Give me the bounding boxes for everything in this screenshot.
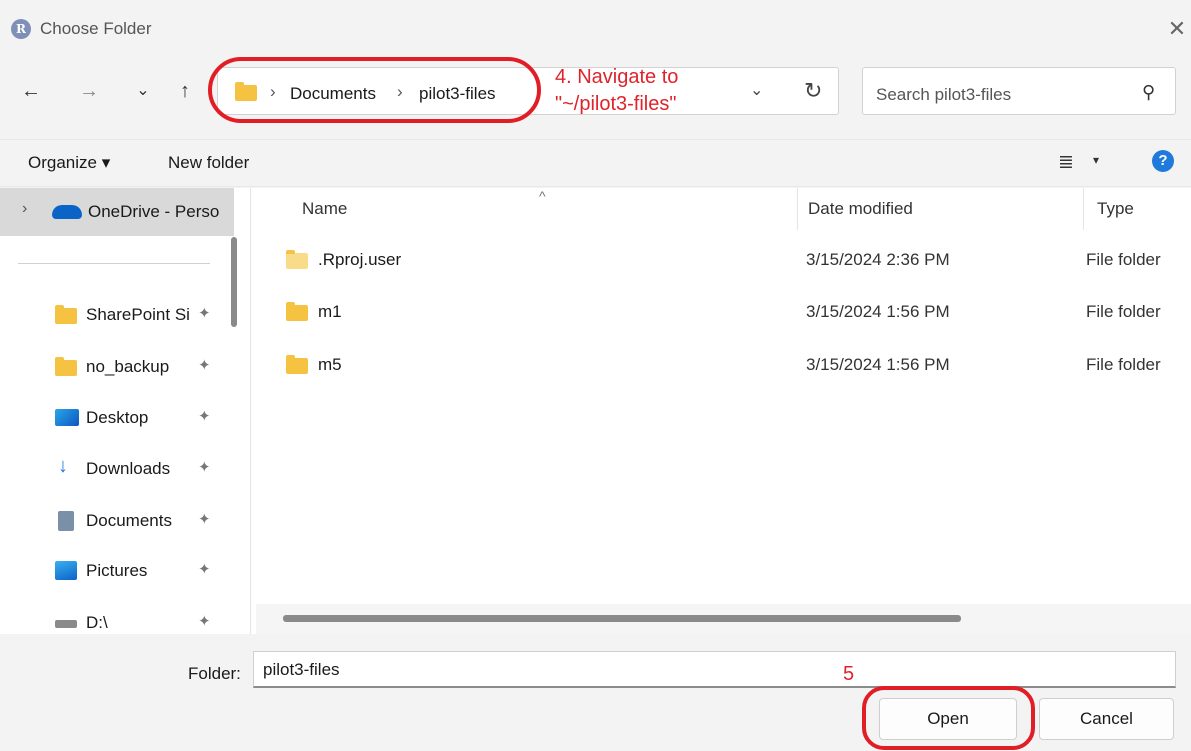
sidebar-item-label: Pictures bbox=[86, 561, 148, 580]
file-type: File folder bbox=[1086, 355, 1161, 374]
annotation-step-4-line1: 4. Navigate to bbox=[555, 66, 679, 88]
download-icon: ↓ bbox=[58, 455, 68, 477]
sidebar-item-label: Desktop bbox=[86, 408, 149, 427]
annotation-step-4-line2: "~/pilot3-files" bbox=[555, 93, 677, 115]
cloud-icon bbox=[52, 205, 82, 219]
forward-button[interactable]: → bbox=[74, 76, 104, 106]
sidebar-item-label: Downloads bbox=[86, 459, 171, 478]
annotation-step-4: 4. Navigate to "~/pilot3-files" bbox=[555, 64, 678, 118]
drive-icon bbox=[55, 620, 77, 628]
pin-icon: ✦ bbox=[198, 305, 211, 322]
sidebar-item-label: D:\ bbox=[86, 613, 108, 632]
back-button[interactable]: ← bbox=[16, 76, 46, 106]
sidebar-item-sharepoint[interactable]: SharePoint Si ✦ bbox=[0, 295, 230, 335]
sidebar-item-no-backup[interactable]: no_backup ✦ bbox=[0, 347, 230, 387]
pin-icon: ✦ bbox=[198, 511, 211, 528]
file-name: m1 bbox=[318, 302, 342, 321]
window-title: Choose Folder bbox=[40, 19, 152, 38]
new-folder-button[interactable]: New folder bbox=[168, 153, 249, 173]
close-icon[interactable]: ✕ bbox=[1163, 14, 1191, 44]
sidebar-item-label: OneDrive - Perso bbox=[88, 202, 220, 221]
up-button[interactable]: ↑ bbox=[170, 76, 200, 106]
cancel-button[interactable]: Cancel bbox=[1039, 698, 1174, 740]
folder-icon bbox=[55, 305, 77, 324]
file-type: File folder bbox=[1086, 250, 1161, 269]
sidebar-item-label: SharePoint Si bbox=[86, 305, 190, 324]
folder-icon bbox=[286, 355, 308, 374]
pin-icon: ✦ bbox=[198, 459, 211, 476]
search-placeholder: Search pilot3-files bbox=[876, 85, 1012, 104]
column-header-date-modified[interactable]: Date modified bbox=[808, 199, 913, 219]
folder-icon bbox=[286, 250, 308, 269]
pane-divider bbox=[250, 188, 251, 634]
sidebar-item-d-drive[interactable]: D:\ ✦ bbox=[0, 603, 230, 634]
view-options-icon[interactable]: ≣ bbox=[1058, 151, 1074, 174]
sidebar-item-desktop[interactable]: Desktop ✦ bbox=[0, 398, 230, 438]
view-dropdown-icon[interactable]: ▾ bbox=[1093, 153, 1099, 167]
file-date: 3/15/2024 2:36 PM bbox=[806, 250, 950, 269]
pin-icon: ✦ bbox=[198, 561, 211, 578]
document-icon bbox=[58, 511, 74, 531]
sidebar-item-downloads[interactable]: ↓ Downloads ✦ bbox=[0, 449, 230, 489]
refresh-icon[interactable]: ↻ bbox=[804, 78, 832, 104]
folder-name-input[interactable] bbox=[253, 651, 1176, 688]
title-bar bbox=[0, 0, 1191, 60]
column-header-name[interactable]: Name bbox=[302, 199, 347, 219]
sidebar-scrollbar[interactable] bbox=[231, 237, 237, 327]
expand-chevron-icon[interactable]: › bbox=[22, 200, 27, 218]
help-icon[interactable]: ? bbox=[1152, 150, 1174, 172]
sidebar-item-pictures[interactable]: Pictures ✦ bbox=[0, 551, 230, 591]
file-name: m5 bbox=[318, 355, 342, 374]
annotation-highlight-open bbox=[862, 686, 1035, 750]
annotation-step-5: 5 bbox=[843, 663, 855, 685]
file-row[interactable]: .Rproj.user 3/15/2024 2:36 PM File folde… bbox=[280, 236, 1191, 288]
file-row[interactable]: m1 3/15/2024 1:56 PM File folder bbox=[280, 288, 1191, 340]
search-icon[interactable]: ⚲ bbox=[1142, 82, 1155, 103]
folder-name-value[interactable]: pilot3-files bbox=[263, 660, 340, 680]
sidebar-item-label: no_backup bbox=[86, 357, 170, 376]
pin-icon: ✦ bbox=[198, 613, 211, 630]
file-date: 3/15/2024 1:56 PM bbox=[806, 355, 950, 374]
file-row[interactable]: m5 3/15/2024 1:56 PM File folder bbox=[280, 341, 1191, 393]
column-divider[interactable] bbox=[1083, 188, 1084, 230]
sidebar-divider bbox=[18, 263, 210, 264]
horizontal-scrollbar-thumb[interactable] bbox=[283, 615, 961, 622]
desktop-icon bbox=[55, 409, 79, 426]
chevron-down-icon[interactable]: ⌄ bbox=[750, 80, 770, 100]
sidebar-item-label: Documents bbox=[86, 511, 172, 530]
pictures-icon bbox=[55, 561, 77, 580]
file-name: .Rproj.user bbox=[318, 250, 402, 269]
annotation-highlight-address bbox=[208, 57, 541, 123]
folder-icon bbox=[286, 302, 308, 321]
sidebar-item-documents[interactable]: Documents ✦ bbox=[0, 501, 230, 541]
folder-label: Folder: bbox=[188, 664, 241, 683]
folder-icon bbox=[55, 357, 77, 376]
recent-locations-button[interactable]: ⌄ bbox=[128, 76, 158, 106]
pin-icon: ✦ bbox=[198, 357, 211, 374]
column-header-type[interactable]: Type bbox=[1097, 199, 1134, 219]
r-app-icon: R bbox=[11, 19, 31, 39]
sort-ascending-icon: ^ bbox=[539, 188, 546, 204]
file-type: File folder bbox=[1086, 302, 1161, 321]
organize-menu[interactable]: Organize ▾ bbox=[28, 153, 110, 173]
pin-icon: ✦ bbox=[198, 408, 211, 425]
file-date: 3/15/2024 1:56 PM bbox=[806, 302, 950, 321]
column-divider[interactable] bbox=[797, 188, 798, 230]
